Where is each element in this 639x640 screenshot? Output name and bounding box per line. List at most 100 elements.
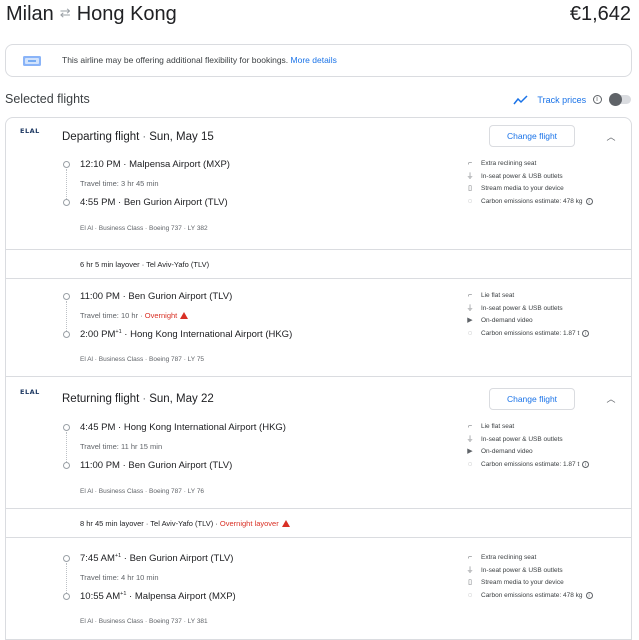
flight-details: El Al · Business Class · Boeing 737 · LY… bbox=[80, 225, 208, 232]
collapse-chevron-icon[interactable]: ︿ bbox=[605, 132, 617, 142]
collapse-chevron-icon[interactable]: ︿ bbox=[605, 394, 617, 404]
departure-airport: Hong Kong International Airport (HKG) bbox=[123, 422, 286, 433]
track-prices[interactable]: Track prices i bbox=[513, 91, 631, 107]
stream-icon: ▯ bbox=[468, 185, 472, 192]
airline-logo: ELAL bbox=[20, 127, 40, 135]
amenities-list: ⌐ Lie flat seat ⏚ In-seat power & USB outl… bbox=[466, 422, 626, 472]
arrival-dot bbox=[63, 462, 70, 469]
amenity-text: Carbon emissions estimate: 478 kg i bbox=[481, 591, 593, 601]
co2-icon: ◌ bbox=[467, 460, 473, 468]
amenity-item: ⌐ Lie flat seat bbox=[466, 291, 626, 304]
video-icon: ▶ bbox=[467, 317, 473, 324]
seat-icon: ⌐ bbox=[467, 160, 473, 167]
flight-date: Sun, May 15 bbox=[149, 131, 214, 143]
segment-timeline bbox=[63, 555, 71, 600]
seat-icon: ⌐ bbox=[467, 292, 473, 299]
origin-city: Milan bbox=[6, 3, 54, 25]
departing-flight-title: Departing flight · Sun, May 15 bbox=[62, 131, 214, 143]
arrival-dot bbox=[63, 331, 70, 338]
day-offset: +1 bbox=[120, 591, 127, 597]
amenity-text: Stream media to your device bbox=[481, 579, 564, 586]
amenity-item: ▯ Stream media to your device bbox=[466, 578, 626, 591]
airline-logo: ELAL bbox=[20, 388, 40, 396]
departure-dot bbox=[63, 293, 70, 300]
arrival-airport: Ben Gurion Airport (TLV) bbox=[128, 460, 233, 471]
overnight-label: Overnight bbox=[144, 311, 178, 320]
info-icon[interactable]: i bbox=[592, 95, 602, 105]
total-price: €1,642 bbox=[569, 3, 631, 25]
arrival-airport: Malpensa Airport (MXP) bbox=[134, 591, 236, 603]
amenity-item: ▶ On-demand video bbox=[466, 316, 626, 329]
arrival-time: 11:00 PM bbox=[80, 460, 120, 471]
power-icon: ⏚ bbox=[466, 435, 474, 443]
track-prices-toggle[interactable] bbox=[609, 93, 631, 107]
arrival-stop: 10:55 AM+1 · Malpensa Airport (MXP) bbox=[80, 591, 236, 603]
amenity-item: ▶ On-demand video bbox=[466, 447, 626, 460]
arrival-time: 4:55 PM bbox=[80, 197, 116, 208]
timeline-line bbox=[66, 169, 67, 199]
layover-text-wrap: 8 hr 45 min layover · Tel Aviv-Yafo (TLV… bbox=[80, 519, 290, 528]
warning-icon bbox=[281, 520, 290, 527]
amenity-item: ▯ Stream media to your device bbox=[466, 184, 626, 197]
amenities-list: ⌐ Extra reclining seat ⏚ In-seat power & U… bbox=[466, 553, 626, 603]
layover-text-wrap: 6 hr 5 min layover · Tel Aviv-Yafo (TLV) bbox=[80, 260, 209, 269]
arrival-stop: 11:00 PM · Ben Gurion Airport (TLV) bbox=[80, 460, 233, 471]
swap-arrows-icon: ⇄ bbox=[59, 5, 71, 20]
travel-time: Travel time: 4 hr 10 min bbox=[80, 573, 159, 582]
overnight-layover-label: Overnight layover bbox=[219, 519, 279, 528]
arrival-dot bbox=[63, 593, 70, 600]
amenity-text: Extra reclining seat bbox=[481, 554, 537, 561]
more-details-link[interactable]: More details bbox=[291, 55, 337, 65]
amenity-item: ⌐ Extra reclining seat bbox=[466, 159, 626, 172]
segment-timeline bbox=[63, 424, 71, 469]
departure-stop: 11:00 PM · Ben Gurion Airport (TLV) bbox=[80, 291, 233, 302]
amenity-text: Carbon emissions estimate: 1.87 ti bbox=[481, 460, 590, 470]
power-icon: ⏚ bbox=[466, 172, 474, 180]
power-icon: ⏚ bbox=[466, 304, 474, 312]
track-prices-label: Track prices bbox=[537, 94, 587, 105]
change-flight-button[interactable]: Change flight bbox=[489, 388, 575, 410]
layover-row: 6 hr 5 min layover · Tel Aviv-Yafo (TLV) bbox=[6, 249, 631, 279]
amenity-item: ⌐ Extra reclining seat bbox=[466, 553, 626, 566]
departure-stop: 7:45 AM+1 · Ben Gurion Airport (TLV) bbox=[80, 553, 234, 565]
flight-direction-label: Departing flight bbox=[62, 131, 140, 143]
emissions-text: Carbon emissions estimate: 478 kg bbox=[481, 591, 583, 599]
travel-time: Travel time: 10 hr · Overnight bbox=[80, 311, 189, 320]
emissions-text: Carbon emissions estimate: 478 kg bbox=[481, 197, 583, 205]
timeline-line bbox=[66, 301, 67, 331]
co2-icon: ◌ bbox=[467, 591, 473, 599]
amenity-item: ◌ Carbon emissions estimate: 1.87 ti bbox=[466, 460, 626, 473]
amenity-text: In-seat power & USB outlets bbox=[481, 172, 563, 180]
amenity-item: ⏚ In-seat power & USB outlets bbox=[466, 566, 626, 579]
info-icon[interactable]: i bbox=[582, 329, 590, 337]
departing-flight-card: ELAL Departing flight · Sun, May 15 Change… bbox=[5, 117, 632, 377]
departure-stop: 4:45 PM · Hong Kong International Airpor… bbox=[80, 422, 286, 433]
arrival-dot bbox=[63, 199, 70, 206]
co2-icon: ◌ bbox=[467, 329, 473, 337]
selected-flights-title: Selected flights bbox=[5, 92, 90, 106]
departure-airport: Ben Gurion Airport (TLV) bbox=[128, 291, 233, 302]
arrival-airport: Ben Gurion Airport (TLV) bbox=[123, 197, 228, 208]
departure-time: 11:00 PM bbox=[80, 291, 120, 302]
flight-date: Sun, May 22 bbox=[149, 393, 214, 405]
change-flight-button[interactable]: Change flight bbox=[489, 125, 575, 147]
info-icon[interactable]: i bbox=[585, 197, 593, 205]
departure-time: 4:45 PM bbox=[80, 422, 116, 433]
flight-details: El Al · Business Class · Boeing 787 · LY… bbox=[80, 488, 205, 495]
flight-direction-label: Returning flight bbox=[62, 393, 140, 405]
info-icon[interactable]: i bbox=[585, 591, 593, 599]
amenity-item: ◌ Carbon emissions estimate: 478 kg i bbox=[466, 591, 626, 604]
layover-text: 6 hr 5 min layover · Tel Aviv-Yafo (TLV) bbox=[80, 260, 210, 269]
route-title: Milan ⇄ Hong Kong bbox=[6, 3, 177, 26]
info-icon[interactable]: i bbox=[582, 460, 590, 468]
layover-row: 8 hr 45 min layover · Tel Aviv-Yafo (TLV… bbox=[6, 508, 631, 538]
arrival-time: 2:00 PM bbox=[80, 329, 116, 341]
amenity-text: On-demand video bbox=[481, 317, 533, 324]
amenity-text: In-seat power & USB outlets bbox=[481, 435, 563, 443]
warning-icon bbox=[180, 312, 189, 319]
departure-stop: 12:10 PM · Malpensa Airport (MXP) bbox=[80, 159, 230, 170]
timeline-line bbox=[66, 563, 67, 593]
ticket-icon bbox=[23, 56, 41, 66]
amenity-item: ⏚ In-seat power & USB outlets bbox=[466, 172, 626, 185]
departure-dot bbox=[63, 555, 70, 562]
